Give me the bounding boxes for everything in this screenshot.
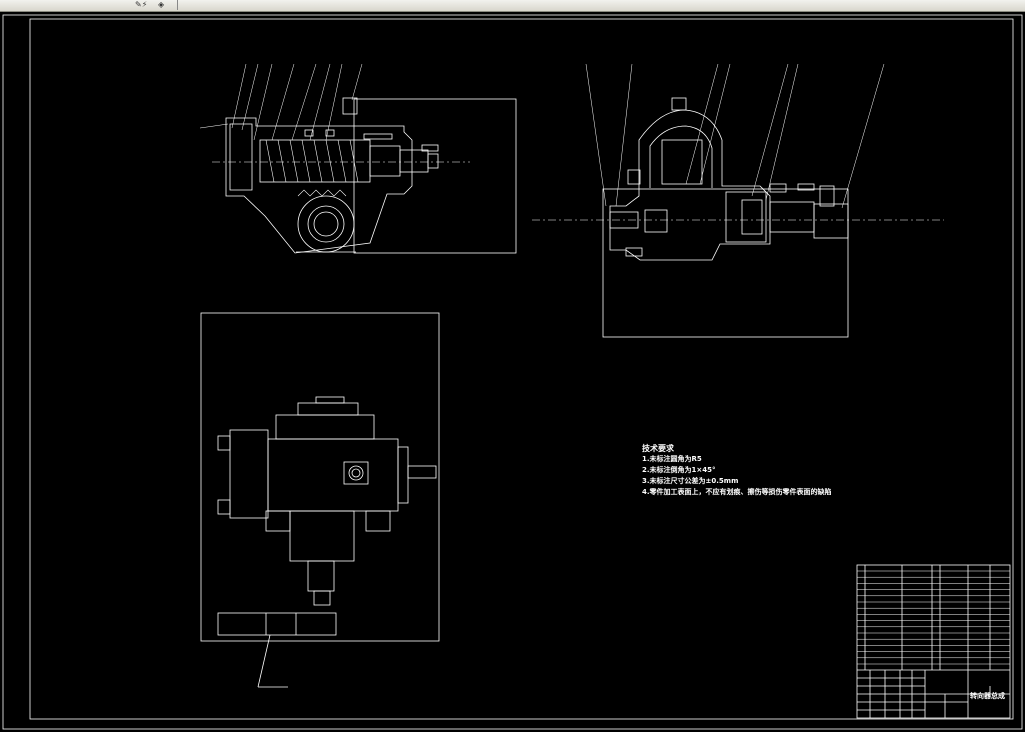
inner-frame <box>29 18 1014 720</box>
section-view-main <box>199 63 517 254</box>
dim-box-elev <box>200 312 440 642</box>
tech-note-line: 1.未标注圆角为R5 <box>642 455 702 463</box>
section-view-side <box>532 63 944 338</box>
tech-note-line: 3.未标注尺寸公差为±0.5mm <box>642 477 739 485</box>
elev-housing <box>267 438 399 512</box>
toolbar: ✎⚡ ◈ <box>0 0 1025 12</box>
tech-note-line: 4.零件加工表面上，不应有划痕、擦伤等损伤零件表面的缺陷 <box>642 488 832 496</box>
settings-icon[interactable]: ◈ <box>158 0 164 9</box>
housing-outline <box>225 117 413 254</box>
drawing-title: 转向器总成 <box>970 692 1005 700</box>
outer-frame <box>2 14 1023 730</box>
toolbar-divider <box>177 0 178 10</box>
side-housing <box>609 109 771 261</box>
sector-gear <box>297 195 355 253</box>
coupling <box>813 203 849 239</box>
top-boss <box>342 97 358 115</box>
tech-note-line: 2.未标注倒角为1×45° <box>642 466 716 474</box>
technical-requirements: 技术要求 1.未标注圆角为R5 2.未标注倒角为1×45° 3.未标注尺寸公差为… <box>642 443 862 498</box>
elevation-view <box>200 312 440 688</box>
cad-drawing <box>2 14 1023 730</box>
pitman-arm <box>217 612 337 636</box>
drawing-canvas[interactable]: 技术要求 1.未标注圆角为R5 2.未标注倒角为1×45° 3.未标注尺寸公差为… <box>0 12 1025 732</box>
output-shaft <box>769 201 815 233</box>
dim-box-side <box>602 188 849 338</box>
tech-notes-title: 技术要求 <box>642 444 674 453</box>
snap-icon[interactable]: ✎⚡ <box>135 0 147 9</box>
